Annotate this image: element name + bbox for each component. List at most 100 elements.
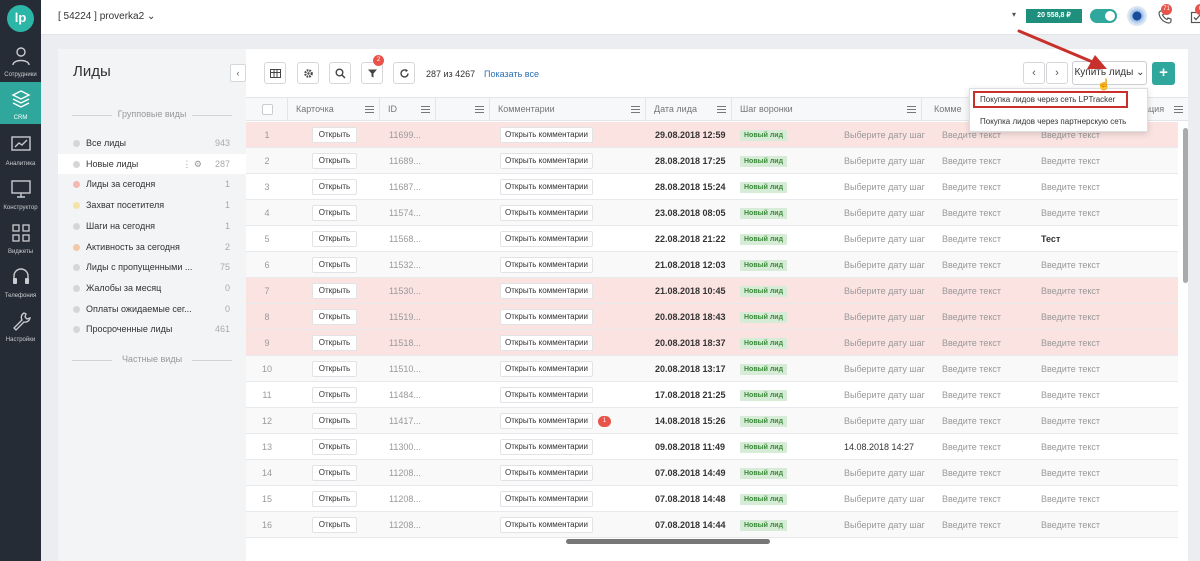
column-header-blank[interactable] [436,98,490,121]
text-field[interactable]: Введите текст [1041,486,1131,512]
select-step-date[interactable]: Выберите дату шаг [844,278,934,304]
table-view-button[interactable] [264,62,286,84]
open-comments-button[interactable]: Открыть комментарии [500,205,593,221]
open-card-button[interactable]: Открыть [312,465,357,481]
collapse-panel-button[interactable]: ‹ [230,64,246,82]
text-field[interactable]: Введите текст [1041,512,1131,538]
stage-badge[interactable]: Новый лид [740,494,788,505]
select-step-date[interactable]: Выберите дату шаг [844,512,934,538]
stage-badge[interactable]: Новый лид [740,260,788,271]
comment-input[interactable]: Введите текст [942,226,1032,252]
sidebar-view-item[interactable]: Просроченные лиды 461 [58,319,246,339]
table-row[interactable]: 10 Открыть 11510... Открыть комментарии 20.0… [246,356,1178,382]
table-row[interactable]: 3 Открыть 11687... Открыть комментарии 28.08… [246,174,1178,200]
select-step-date[interactable]: Выберите дату шаг [844,200,934,226]
select-step-date[interactable]: Выберите дату шаг [844,382,934,408]
stage-badge[interactable]: Новый лид [740,208,788,219]
open-comments-button[interactable]: Открыть комментарии [500,335,593,351]
open-comments-button[interactable]: Открыть комментарии [500,231,593,247]
text-field[interactable]: Введите текст [1041,356,1131,382]
stage-badge[interactable]: Новый лид [740,338,788,349]
open-comments-button[interactable]: Открыть комментарии [500,127,593,143]
open-comments-button[interactable]: Открыть комментарии [500,465,593,481]
text-field[interactable]: Введите текст [1041,252,1131,278]
table-row[interactable]: 12 Открыть 11417... Открыть комментарии 1 14.… [246,408,1178,434]
comment-input[interactable]: Введите текст [942,486,1032,512]
comment-input[interactable]: Введите текст [942,174,1032,200]
column-menu-icon[interactable] [365,106,374,113]
select-step-date[interactable]: Выберите дату шаг [844,304,934,330]
sidebar-view-item[interactable]: Лиды за сегодня 1 [58,174,246,194]
nav-item-2[interactable]: Аналитика [0,128,41,170]
table-row[interactable]: 16 Открыть 11208... Открыть комментарии 07.0… [246,512,1178,538]
text-field[interactable]: Введите текст [1041,434,1131,460]
select-step-date[interactable]: Выберите дату шаг [844,252,934,278]
stage-badge[interactable]: Новый лид [740,286,788,297]
phone-icon[interactable]: 71 [1157,4,1173,25]
select-step-date[interactable]: Выберите дату шаг [844,460,934,486]
stage-badge[interactable]: Новый лид [740,390,788,401]
open-comments-button[interactable]: Открыть комментарии [500,309,593,325]
select-step-date[interactable]: Выберите дату шаг [844,226,934,252]
stage-badge[interactable]: Новый лид [740,156,788,167]
open-card-button[interactable]: Открыть [312,153,357,169]
sidebar-view-item[interactable]: Шаги на сегодня 1 [58,216,246,236]
text-field[interactable]: Введите текст [1041,330,1131,356]
comment-input[interactable]: Введите текст [942,304,1032,330]
open-card-button[interactable]: Открыть [312,127,357,143]
text-field[interactable]: Введите текст [1041,382,1131,408]
column-menu-icon[interactable] [631,106,640,113]
stage-badge[interactable]: Новый лид [740,442,788,453]
select-step-date[interactable]: Выберите дату шаг [844,174,934,200]
stage-badge[interactable]: Новый лид [740,364,788,375]
column-menu-icon[interactable] [475,106,484,113]
select-step-date[interactable]: Выберите дату шаг [844,330,934,356]
table-row[interactable]: 5 Открыть 11568... Открыть комментарии 22.08… [246,226,1178,252]
open-card-button[interactable]: Открыть [312,283,357,299]
settings-button[interactable] [297,62,319,84]
comment-input[interactable]: Введите текст [942,200,1032,226]
open-card-button[interactable]: Открыть [312,361,357,377]
text-field[interactable]: Введите текст [1041,304,1131,330]
open-comments-button[interactable]: Открыть комментарии [500,179,593,195]
nav-item-3[interactable]: Конструктор [0,172,41,214]
column-header-id[interactable]: ID [380,98,436,121]
balance-badge[interactable]: 20 558,8 ₽ [1026,9,1082,23]
sidebar-view-item[interactable]: Новые лиды ⋮ ⚙ 287 [58,153,246,174]
stage-badge[interactable]: Новый лид [740,182,788,193]
open-comments-button[interactable]: Открыть комментарии [500,387,593,403]
text-field[interactable]: Введите текст [1041,460,1131,486]
open-card-button[interactable]: Открыть [312,413,357,429]
open-card-button[interactable]: Открыть [312,335,357,351]
refresh-button[interactable] [393,62,415,84]
comment-input[interactable]: Введите текст [942,408,1032,434]
column-menu-icon[interactable] [907,106,916,113]
column-header-card[interactable]: Карточка [288,98,380,121]
open-card-button[interactable]: Открыть [312,491,357,507]
nav-item-4[interactable]: Виджеты [0,216,41,258]
open-comments-button[interactable]: Открыть комментарии [500,517,593,533]
column-header-date[interactable]: Дата лида [646,98,732,121]
sidebar-view-item[interactable]: Лиды с пропущенными ... 75 [58,257,246,277]
online-toggle[interactable] [1090,9,1117,23]
stage-badge[interactable]: Новый лид [740,130,788,141]
comment-input[interactable]: Введите текст [942,512,1032,538]
table-row[interactable]: 11 Открыть 11484... Открыть комментарии 17.0… [246,382,1178,408]
column-menu-icon[interactable] [717,106,726,113]
sidebar-view-item[interactable]: Оплаты ожидаемые сег... 0 [58,299,246,319]
comment-input[interactable]: Введите текст [942,356,1032,382]
sidebar-view-item[interactable]: Активность за сегодня 2 [58,237,246,257]
nav-item-6[interactable]: Настройки [0,304,41,346]
column-menu-icon[interactable] [421,106,430,113]
select-step-date[interactable]: Выберите дату шаг [844,356,934,382]
open-card-button[interactable]: Открыть [312,205,357,221]
comment-input[interactable]: Введите текст [942,434,1032,460]
text-field[interactable]: Тест [1041,226,1131,252]
text-field[interactable]: Введите текст [1041,148,1131,174]
table-row[interactable]: 7 Открыть 11530... Открыть комментарии 21.08… [246,278,1178,304]
table-row[interactable]: 4 Открыть 11574... Открыть комментарии 23.08… [246,200,1178,226]
sidebar-view-item[interactable]: Захват посетителя 1 [58,195,246,215]
option-lptracker-network[interactable]: Покупка лидов через сеть LPTracker [980,95,1115,104]
text-field[interactable]: Введите текст [1041,278,1131,304]
comment-input[interactable]: Введите текст [942,382,1032,408]
